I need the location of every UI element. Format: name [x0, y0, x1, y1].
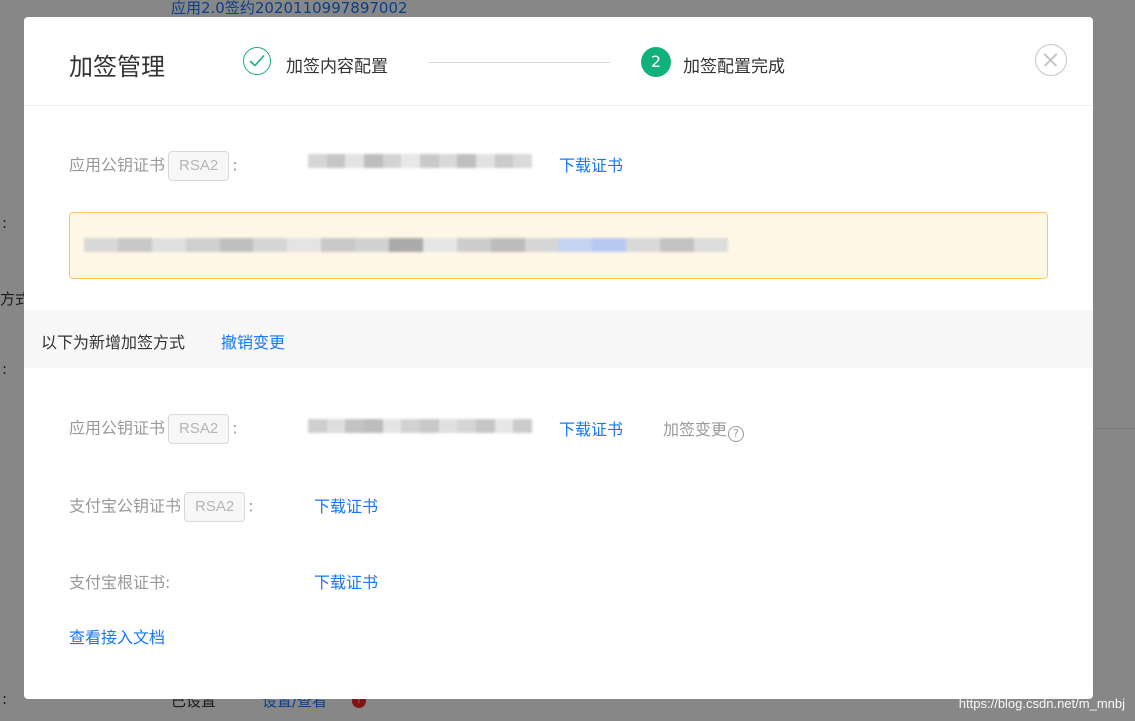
current-app-cert-label: 应用公钥证书 — [69, 155, 166, 175]
signature-management-dialog: 加签管理 加签内容配置 2 加签配置完成 应用公钥证书 RSA2: 下载证书 以下… — [24, 17, 1093, 699]
current-cert-value-redacted — [308, 154, 532, 168]
new-app-cert-label-group: 应用公钥证书 RSA2: — [69, 414, 238, 444]
new-signature-section: 以下为新增加签方式 撤销变更 — [24, 310, 1093, 368]
signature-change-label: 加签变更 — [663, 420, 728, 439]
new-app-cert-rsa2-tag: RSA2 — [168, 414, 230, 444]
step-1-check-icon — [243, 47, 271, 75]
alipay-cert-colon: : — [248, 496, 254, 516]
current-download-cert-link[interactable]: 下载证书 — [559, 152, 623, 176]
current-app-cert-label-group: 应用公钥证书 RSA2: — [69, 151, 238, 181]
new-app-cert-download-link[interactable]: 下载证书 — [559, 416, 623, 440]
close-icon[interactable] — [1035, 44, 1067, 76]
help-icon[interactable]: ? — [728, 426, 745, 442]
new-app-cert-colon: : — [232, 418, 238, 438]
modal-title: 加签管理 — [69, 53, 165, 81]
alipay-cert-download-link[interactable]: 下载证书 — [314, 493, 378, 517]
new-signature-section-title: 以下为新增加签方式 — [41, 333, 186, 352]
key-value-redacted — [84, 238, 728, 252]
current-colon: : — [232, 155, 238, 175]
new-app-cert-label: 应用公钥证书 — [69, 418, 166, 438]
new-cert-value-redacted — [308, 419, 532, 433]
root-cert-download-link[interactable]: 下载证书 — [314, 569, 378, 593]
alipay-cert-rsa2-tag: RSA2 — [184, 492, 246, 522]
revoke-change-link[interactable]: 撤销变更 — [221, 329, 285, 353]
root-cert-label: 支付宝根证书: — [69, 573, 171, 592]
watermark: https://blog.csdn.net/m_mnbj — [958, 696, 1125, 711]
check-icon — [249, 55, 265, 67]
modal-header: 加签管理 加签内容配置 2 加签配置完成 — [24, 17, 1093, 106]
alipay-cert-label-group: 支付宝公钥证书 RSA2: — [69, 492, 254, 522]
alipay-cert-label: 支付宝公钥证书 — [69, 496, 182, 516]
step-2-number: 2 — [641, 47, 671, 77]
step-divider — [428, 62, 610, 63]
signature-change-button[interactable]: 加签变更? — [663, 416, 745, 442]
step-2-label: 加签配置完成 — [683, 57, 785, 77]
current-rsa2-tag: RSA2 — [168, 151, 230, 181]
step-1-label: 加签内容配置 — [286, 57, 388, 77]
view-integration-docs-link[interactable]: 查看接入文档 — [69, 624, 165, 648]
key-notice-box — [69, 212, 1048, 279]
